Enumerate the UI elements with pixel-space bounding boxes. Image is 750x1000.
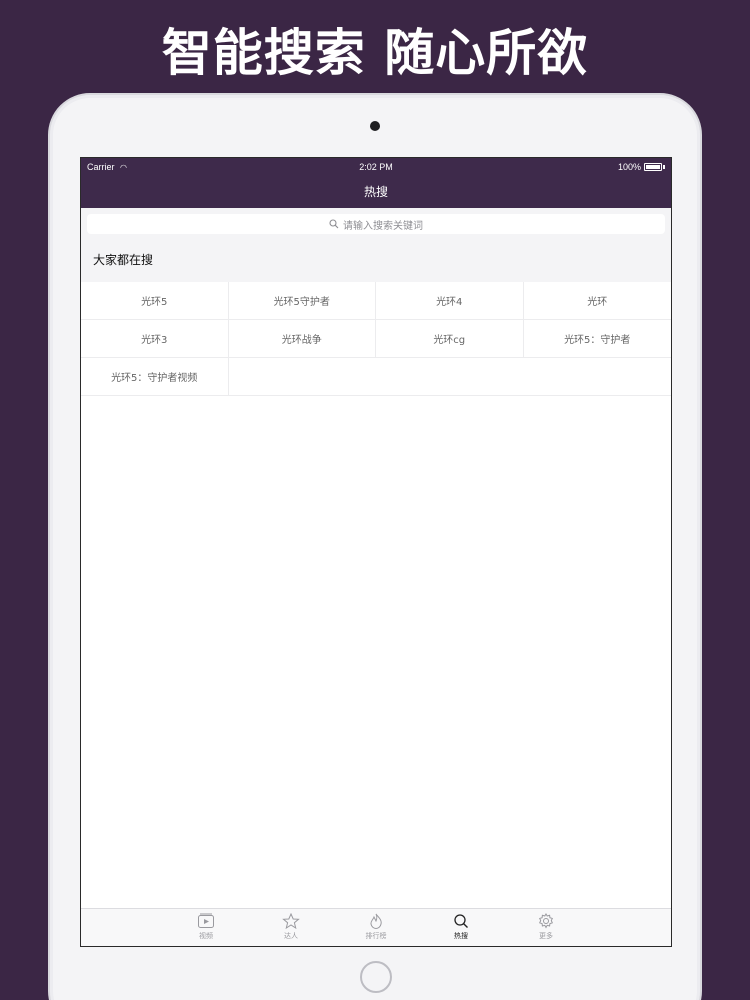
tab-more[interactable]: 更多 (526, 909, 566, 946)
nav-bar: 热搜 (81, 178, 671, 208)
tab-label: 视频 (199, 932, 213, 940)
gear-icon (539, 913, 553, 929)
search-icon (329, 219, 339, 229)
status-bar: Carrier ◠ 2:02 PM 100% (81, 158, 671, 178)
hot-term-item[interactable]: 光环5：守护者 (523, 320, 671, 358)
battery-icon (644, 163, 662, 171)
battery-status: 100% (618, 162, 665, 172)
tab-label: 达人 (284, 932, 298, 940)
empty-cell (376, 358, 524, 396)
battery-tip-icon (663, 165, 665, 169)
search-area: 请输入搜索关键词 (81, 208, 671, 238)
empty-cell (523, 358, 671, 396)
battery-percent: 100% (617, 162, 641, 172)
hot-term-item[interactable]: 光环4 (376, 282, 524, 320)
tab-label: 热搜 (454, 932, 468, 940)
hot-term-item[interactable]: 光环 (523, 282, 671, 320)
tablet-device-frame: Carrier ◠ 2:02 PM 100% 热搜 请输入搜索关键词 大家都在搜… (48, 93, 702, 1000)
hot-term-item[interactable]: 光环5：守护者视频 (81, 358, 229, 396)
tab-label: 排行榜 (365, 932, 387, 940)
video-icon (198, 913, 214, 928)
empty-cell (228, 358, 376, 396)
search-placeholder: 请输入搜索关键词 (343, 220, 423, 232)
hot-term-item[interactable]: 光环战争 (228, 320, 376, 358)
search-icon (454, 914, 468, 928)
search-input[interactable]: 请输入搜索关键词 (87, 214, 665, 234)
promo-banner-title: 智能搜索 随心所欲 (161, 24, 589, 82)
hot-term-item[interactable]: 光环5守护者 (228, 282, 376, 320)
flame-icon (370, 913, 382, 929)
tab-ranking[interactable]: 排行榜 (356, 909, 396, 946)
hot-term-item[interactable]: 光环cg (376, 320, 524, 358)
app-screen: Carrier ◠ 2:02 PM 100% 热搜 请输入搜索关键词 大家都在搜… (80, 157, 672, 947)
tab-label: 更多 (539, 932, 553, 940)
front-camera (370, 121, 380, 131)
nav-title: 热搜 (363, 185, 388, 199)
tab-video[interactable]: 视频 (186, 909, 226, 946)
hot-term-item[interactable]: 光环5 (81, 282, 229, 320)
star-icon (282, 913, 300, 929)
section-title: 大家都在搜 (81, 238, 671, 282)
tab-bar: 视频 达人 排行榜 热搜 更多 (81, 908, 671, 946)
home-button[interactable] (360, 961, 392, 993)
status-time: 2:02 PM (359, 162, 393, 172)
hot-term-item[interactable]: 光环3 (81, 320, 229, 358)
hot-terms-grid: 光环5 光环5守护者 光环4 光环 光环3 光环战争 光环cg 光环5：守护者 … (81, 282, 671, 396)
tab-talent[interactable]: 达人 (271, 909, 311, 946)
tab-hot-search[interactable]: 热搜 (441, 909, 481, 946)
